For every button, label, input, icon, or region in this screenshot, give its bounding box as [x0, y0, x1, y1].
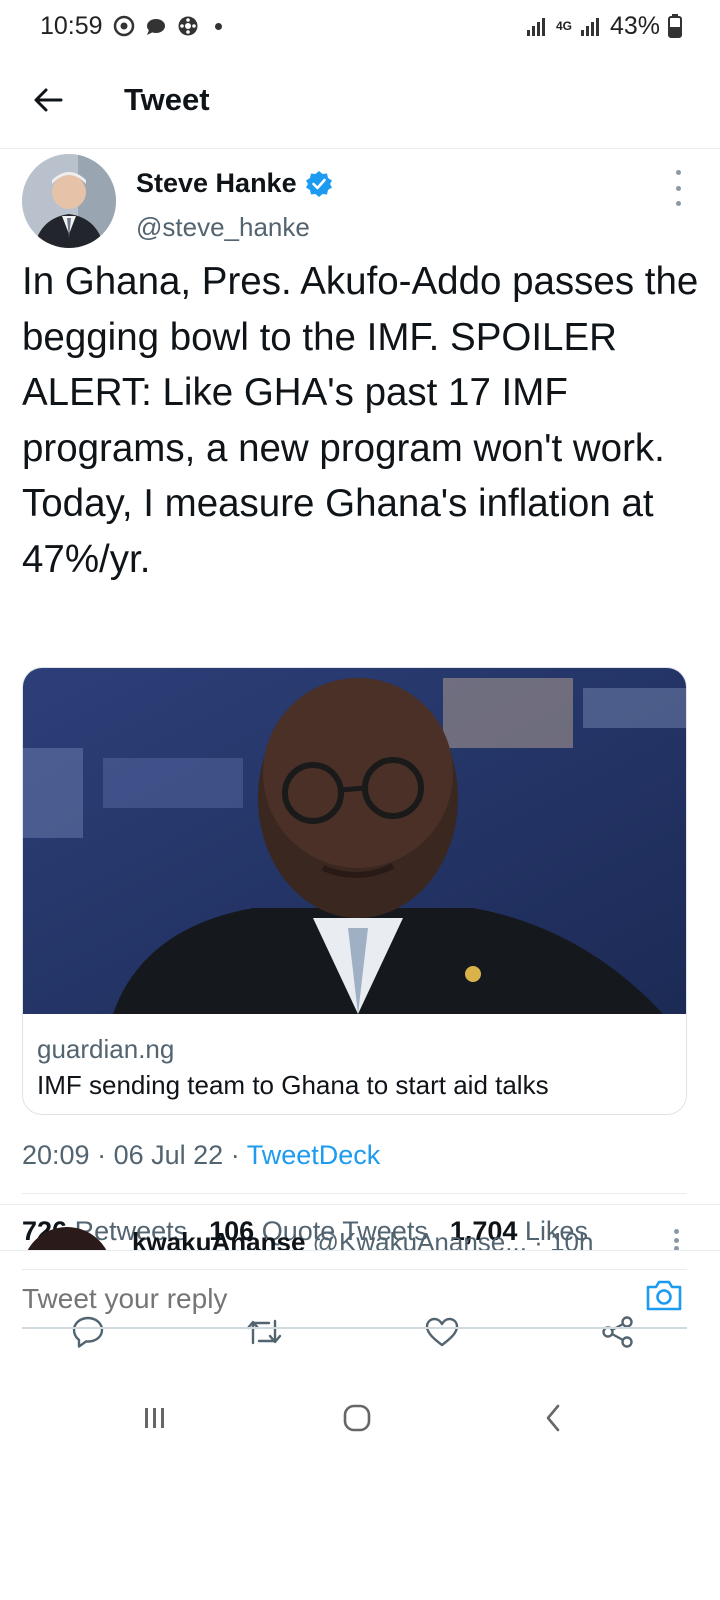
reply-separator: · [534, 1227, 551, 1250]
reply-compose-bar [0, 1250, 720, 1353]
tweet-source-link[interactable]: TweetDeck [247, 1140, 381, 1170]
more-dot [674, 1229, 679, 1234]
tweet-time: 20:09 [22, 1140, 90, 1170]
battery-percentage: 43% [609, 11, 660, 40]
meta-separator: · [97, 1140, 114, 1170]
camera-button[interactable] [644, 1277, 684, 1313]
status-left: 10:59 [40, 12, 222, 41]
tweet-meta: 20:09 · 06 Jul 22 · TweetDeck [22, 1140, 380, 1171]
page-title: Tweet [124, 82, 210, 117]
system-navigation-bar [0, 1353, 720, 1600]
back-chevron-icon [546, 1404, 560, 1432]
signal-icon [580, 18, 599, 36]
more-dot [675, 201, 681, 206]
author-name: Steve Hanke [136, 168, 297, 198]
reply-author-name: kwakuAnanse [132, 1227, 306, 1250]
meta-separator: · [230, 1140, 247, 1170]
more-dot [675, 170, 681, 175]
notification-icon [178, 16, 198, 36]
signal-icon [526, 18, 545, 36]
card-image [23, 668, 686, 1014]
back-button[interactable] [18, 70, 78, 130]
home-icon [343, 1404, 371, 1432]
camera-icon [646, 1280, 682, 1311]
reply-author-handle: @KwakuAnanse... [312, 1227, 527, 1250]
more-options-button[interactable] [666, 170, 690, 206]
top-bar: Tweet [0, 52, 720, 149]
avatar[interactable] [22, 154, 116, 248]
reply-preview[interactable]: kwakuAnanse @KwakuAnanse... · 10h [0, 1204, 720, 1250]
battery-icon [668, 14, 682, 38]
reply-more-options-button[interactable] [674, 1229, 680, 1250]
arrow-left-icon [34, 88, 63, 112]
link-card[interactable]: guardian.ng IMF sending team to Ghana to… [22, 667, 687, 1115]
home-button[interactable] [332, 1393, 382, 1443]
avatar-image [22, 154, 116, 248]
more-dot [674, 1237, 679, 1243]
more-notifications-icon [214, 22, 222, 30]
card-domain: guardian.ng [37, 1034, 175, 1064]
reply-time: 10h [550, 1227, 594, 1250]
nav-back-button[interactable] [528, 1393, 578, 1443]
more-dot [675, 185, 681, 191]
status-time: 10:59 [40, 11, 103, 40]
reply-input[interactable] [22, 1279, 622, 1319]
status-bar: 10:59 4G 43% [0, 0, 720, 52]
reply-avatar[interactable] [22, 1227, 112, 1250]
network-type: 4G [555, 19, 572, 33]
divider [22, 1193, 687, 1194]
card-title: IMF sending team to Ghana to start aid t… [37, 1070, 549, 1100]
notification-icon [146, 19, 165, 35]
verified-badge-icon [305, 170, 332, 197]
tweet-author: Steve Hanke @steve_hanke [22, 154, 698, 250]
reply-header: kwakuAnanse @KwakuAnanse... · 10h [132, 1227, 593, 1250]
tweet-date: 06 Jul 22 [113, 1140, 224, 1170]
compose-underline [22, 1327, 687, 1329]
recent-apps-button[interactable] [130, 1393, 180, 1443]
notification-icon [113, 15, 134, 37]
status-right: 4G 43% [526, 12, 682, 41]
recent-apps-icon [145, 1408, 164, 1428]
tweet-text: In Ghana, Pres. Akufo-Addo passes the be… [22, 260, 699, 581]
author-handle[interactable]: @steve_hanke [136, 212, 310, 243]
author-name-row[interactable]: Steve Hanke [136, 168, 333, 199]
